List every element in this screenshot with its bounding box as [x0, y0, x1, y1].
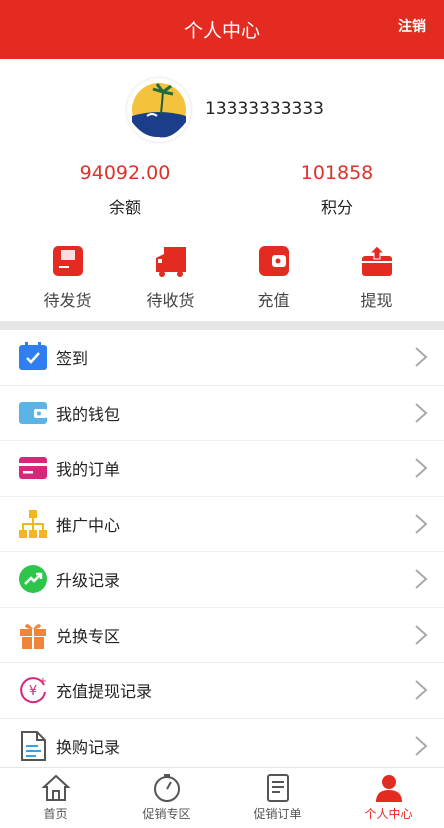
menu-item-promotion[interactable]: 推广中心: [0, 497, 444, 552]
chevron-right-icon: [415, 736, 428, 756]
menu-item-label: 换购记录: [56, 737, 121, 757]
quick-action-recharge[interactable]: 充值: [218, 244, 329, 311]
menu-item-label: 我的订单: [56, 460, 121, 480]
quick-action-label: 提现: [360, 291, 393, 310]
order-icon: [263, 773, 293, 803]
chevron-right-icon: [415, 514, 428, 534]
gift-icon: [18, 620, 48, 650]
chevron-right-icon: [415, 458, 428, 478]
yen-cycle-icon: ¥ +: [18, 675, 48, 705]
tab-label: 首页: [43, 807, 68, 821]
network-icon: [18, 509, 48, 539]
points-stat[interactable]: 101858 积分: [252, 162, 422, 218]
tab-label: 促销专区: [142, 807, 191, 821]
calendar-check-icon: [18, 342, 48, 372]
chevron-right-icon: [415, 625, 428, 645]
quick-action-pending-shipment[interactable]: 待发货: [12, 244, 123, 311]
menu-item-label: 我的钱包: [56, 404, 121, 424]
balance-value: 94092.00: [79, 162, 171, 184]
chevron-right-icon: [415, 347, 428, 367]
truck-icon: [154, 244, 188, 278]
tab-home[interactable]: 首页: [0, 768, 111, 828]
chevron-right-icon: [415, 680, 428, 700]
quick-action-label: 待收货: [146, 291, 195, 310]
bottom-tab-bar: 首页 促销专区 促销订单 个人中心: [0, 767, 444, 828]
menu-item-recharge-withdraw-records[interactable]: ¥ + 充值提现记录: [0, 663, 444, 719]
menu-item-label: 签到: [56, 349, 89, 369]
menu-item-checkin[interactable]: 签到: [0, 330, 444, 386]
menu-item-wallet[interactable]: 我的钱包: [0, 386, 444, 441]
svg-text:¥: ¥: [29, 684, 37, 699]
tab-label: 促销订单: [253, 807, 302, 821]
user-icon: [374, 773, 404, 803]
trend-icon: [18, 564, 48, 594]
page-title: 个人中心: [183, 20, 260, 42]
tab-personal-center[interactable]: 个人中心: [333, 768, 444, 828]
home-icon: [40, 773, 71, 803]
quick-action-label: 待发货: [43, 291, 92, 310]
menu-item-exchange-zone[interactable]: 兑换专区: [0, 608, 444, 663]
menu-item-upgrade-records[interactable]: 升级记录: [0, 552, 444, 608]
section-divider: [0, 321, 444, 330]
timer-icon: [152, 773, 182, 803]
menu-item-label: 升级记录: [56, 571, 121, 591]
chevron-right-icon: [415, 403, 428, 423]
wallet-icon: [18, 398, 48, 428]
menu-item-label: 充值提现记录: [56, 682, 153, 702]
menu-item-label: 推广中心: [56, 515, 121, 535]
app-header: 个人中心 注销: [0, 0, 444, 59]
quick-action-pending-receipt[interactable]: 待收货: [115, 244, 226, 311]
box-icon: [51, 244, 85, 278]
wallet-icon: [257, 244, 291, 278]
withdraw-icon: [360, 244, 394, 278]
card-icon: [18, 453, 48, 483]
svg-text:+: +: [39, 676, 47, 687]
profile-card: 13333333333 94092.00 余额 101858 积分 待发货 待收…: [0, 59, 444, 321]
menu-item-label: 兑换专区: [56, 626, 121, 646]
avatar[interactable]: [127, 78, 191, 142]
tab-promotion-zone[interactable]: 促销专区: [111, 768, 222, 828]
chevron-right-icon: [415, 569, 428, 589]
quick-action-withdraw[interactable]: 提现: [321, 244, 432, 311]
menu-item-orders[interactable]: 我的订单: [0, 441, 444, 497]
phone-number: 13333333333: [205, 99, 324, 119]
menu-list: 签到 我的钱包 我的订单 推广中心 升级记录 兑换专区 ¥ + 充值提现记录 换…: [0, 330, 444, 774]
quick-action-label: 充值: [257, 291, 290, 310]
points-value: 101858: [300, 162, 374, 184]
balance-stat[interactable]: 94092.00 余额: [40, 162, 210, 218]
logout-button[interactable]: 注销: [398, 16, 426, 36]
tab-promotion-orders[interactable]: 促销订单: [222, 768, 333, 828]
document-icon: [18, 730, 48, 761]
points-label: 积分: [320, 198, 353, 217]
tab-label: 个人中心: [364, 807, 413, 821]
balance-label: 余额: [108, 198, 141, 217]
menu-item-redemption-records[interactable]: 换购记录: [0, 719, 444, 774]
